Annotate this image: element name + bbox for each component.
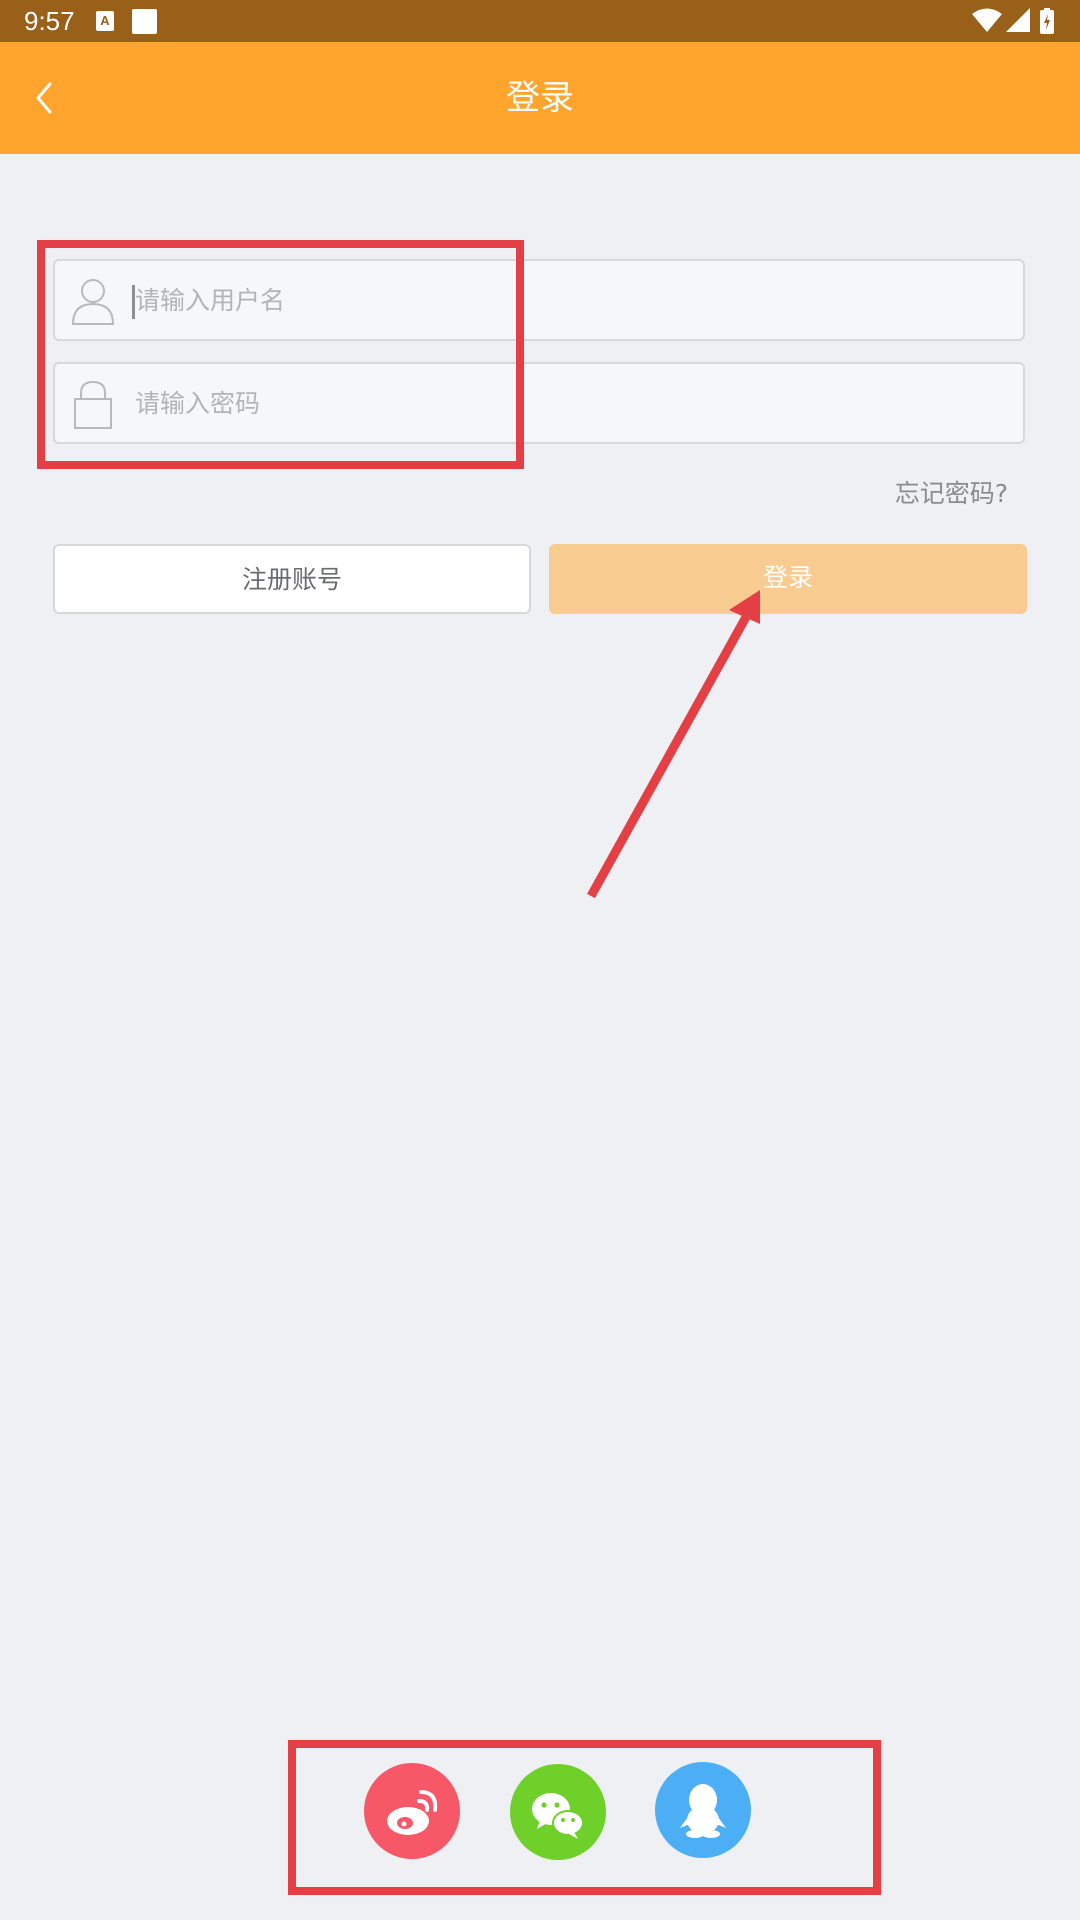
status-bar: 9:57 A: [0, 0, 1080, 42]
qq-login-button[interactable]: [655, 1762, 751, 1858]
notification-icon: A: [96, 11, 114, 31]
forgot-password-link[interactable]: 忘记密码?: [895, 474, 1008, 510]
username-field[interactable]: [53, 259, 1025, 341]
notification-square-icon: [132, 9, 157, 34]
back-button[interactable]: [30, 78, 60, 118]
nav-bar: 登录: [0, 42, 1080, 154]
wifi-icon: [972, 8, 1002, 32]
password-input[interactable]: [133, 364, 995, 442]
lock-icon: [74, 380, 112, 429]
login-button[interactable]: 登录: [549, 544, 1027, 614]
register-button[interactable]: 注册账号: [53, 544, 531, 614]
wechat-login-button[interactable]: [510, 1764, 606, 1860]
qq-penguin-icon: [680, 1784, 726, 1838]
page-title: 登录: [506, 78, 574, 118]
username-input[interactable]: [133, 261, 995, 339]
user-icon: [71, 279, 115, 325]
battery-charging-icon: [1040, 8, 1054, 34]
text-caret: [132, 285, 135, 319]
wechat-icon: [532, 1793, 584, 1839]
signal-icon: [1006, 8, 1030, 32]
status-time: 9:57: [24, 6, 75, 36]
password-field[interactable]: [53, 362, 1025, 444]
weibo-login-button[interactable]: [364, 1763, 460, 1859]
weibo-icon: [387, 1790, 438, 1835]
